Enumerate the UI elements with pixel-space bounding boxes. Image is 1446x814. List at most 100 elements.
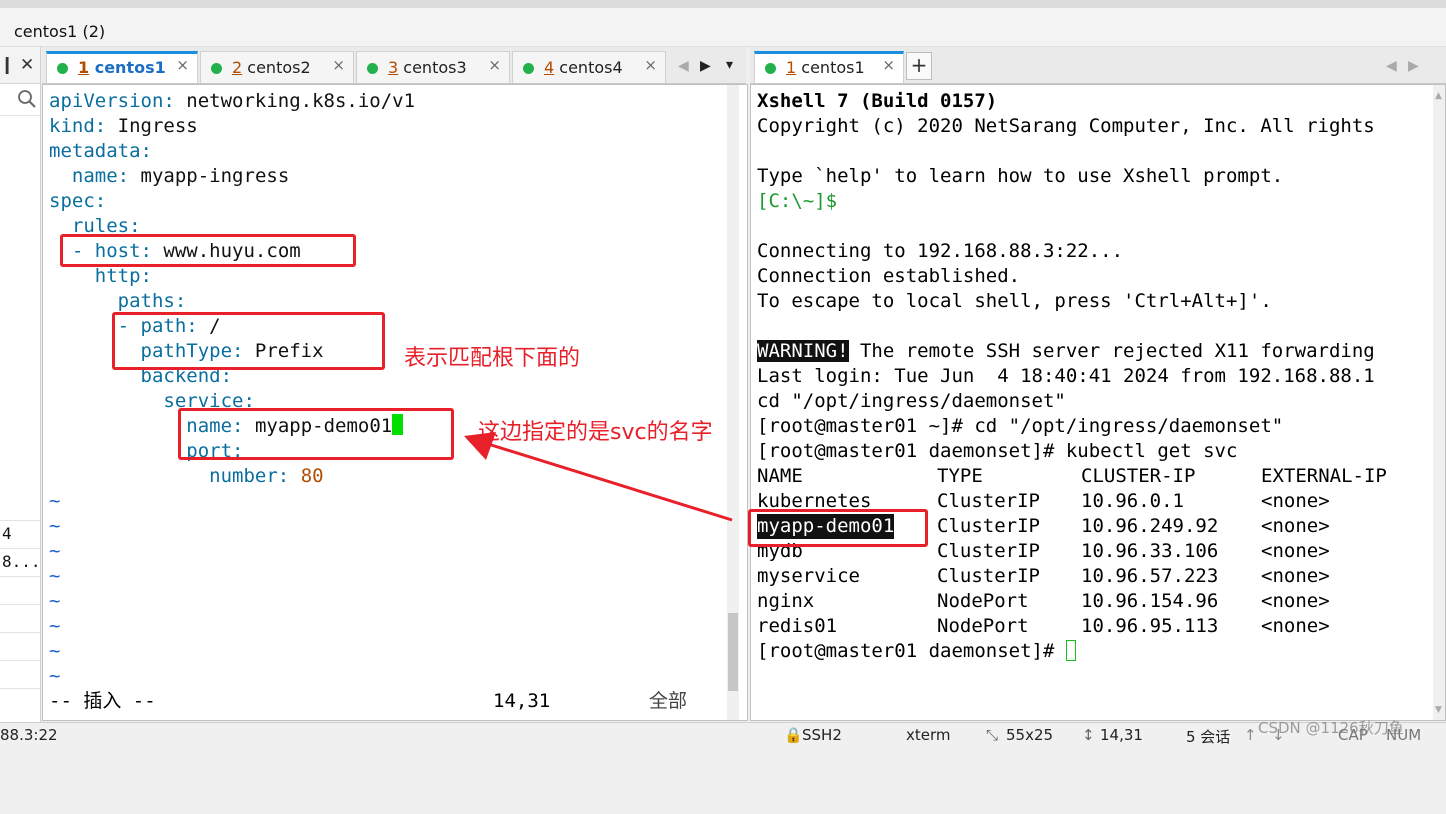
annotation-box-svc-row: [748, 509, 928, 547]
side-divider: [0, 604, 40, 605]
vim-empty-line: ~: [49, 590, 61, 612]
tab-number: 3: [388, 58, 399, 77]
yaml-line: spec:: [49, 190, 107, 212]
new-tab-button[interactable]: +: [906, 52, 932, 80]
vim-buffer: apiVersion: networking.k8s.io/v1 kind: I…: [43, 89, 723, 712]
yaml-line: number: 80: [209, 465, 324, 487]
right-tab-bar: 1 centos1 × + ◀ ▶: [750, 47, 1446, 84]
tab-close-icon[interactable]: ×: [882, 56, 895, 74]
yaml-line: name: myapp-ingress: [71, 165, 290, 187]
status-dot-icon: [367, 63, 378, 74]
side-divider: [0, 548, 40, 549]
shell-prompt-line: [root@master01 daemonset]#: [757, 639, 1076, 664]
tab-centos1[interactable]: 1 centos1 ×: [46, 51, 198, 83]
terminal-line: Last login: Tue Jun 4 18:40:41 2024 from…: [757, 365, 1375, 387]
side-divider: [0, 520, 40, 521]
top-strip: [0, 0, 1446, 8]
annotation-box-host: [60, 234, 356, 267]
window-title: centos1 (2): [14, 22, 106, 41]
annotation-box-service-name: [178, 408, 454, 460]
terminal-line: Connection established.: [757, 265, 1021, 287]
scroll-down-icon[interactable]: ▼: [1435, 705, 1442, 715]
terminal-line: [root@master01 ~]# cd "/opt/ingress/daem…: [757, 415, 1284, 437]
window-titlebar: [0, 8, 1446, 47]
tab-label: centos2: [247, 58, 311, 77]
yaml-line: http:: [94, 265, 152, 287]
annotation-note-path: 表示匹配根下面的: [404, 346, 581, 371]
status-term: xterm: [906, 726, 951, 744]
tab-next-icon[interactable]: ▶: [700, 58, 711, 74]
status-cursor: 14,31: [1100, 726, 1143, 744]
left-tab-bar: 1 centos1 × 2 centos2 × 3 centos3 × 4 ce…: [42, 47, 746, 84]
session-arrow-icon[interactable]: ↑: [1244, 726, 1257, 744]
side-divider: [0, 115, 40, 116]
tab-close-icon[interactable]: ×: [332, 56, 345, 74]
resize-icon: ⤡: [986, 726, 999, 744]
tab-label: centos4: [559, 58, 623, 77]
side-divider: [0, 632, 40, 633]
side-divider: [0, 688, 40, 689]
watermark: CSDN @1126秋刀鱼: [1258, 719, 1404, 737]
terminal-line: Connecting to 192.168.88.3:22...: [757, 240, 1124, 262]
tab-prev-icon[interactable]: ◀: [678, 58, 689, 74]
status-size: 55x25: [1006, 726, 1054, 744]
tab-number: 1: [786, 58, 797, 77]
terminal-line: WARNING! The remote SSH server rejected …: [757, 340, 1375, 362]
tab-close-icon[interactable]: ×: [488, 56, 501, 74]
local-prompt: [C:\~]$: [757, 190, 838, 212]
vim-empty-line: ~: [49, 565, 61, 587]
status-dot-icon: [765, 63, 776, 74]
vim-empty-line: ~: [49, 515, 61, 537]
tab-centos1-right[interactable]: 1 centos1 ×: [754, 51, 904, 83]
terminal-output: Xshell 7 (Build 0157) Copyright (c) 2020…: [757, 90, 1387, 664]
yaml-line: paths:: [117, 290, 187, 312]
vim-empty-line: ~: [49, 615, 61, 637]
status-dot-icon: [523, 63, 534, 74]
terminal-line: Type `help' to learn how to use Xshell p…: [757, 165, 1284, 187]
status-protocol: SSH2: [802, 726, 842, 744]
cursor-pos-icon: ↕: [1082, 726, 1095, 744]
tab-centos3[interactable]: 3 centos3 ×: [356, 51, 510, 83]
vim-mode-indicator: -- 插入 --: [49, 690, 156, 712]
tab-number: 1: [78, 58, 90, 77]
tab-number: 2: [232, 58, 243, 77]
terminal-cursor: [1065, 640, 1076, 661]
session-list-item[interactable]: 4: [2, 524, 12, 543]
warning-badge: WARNING!: [757, 340, 849, 362]
tab-number: 4: [544, 58, 555, 77]
tab-label: centos3: [403, 58, 467, 77]
status-dot-icon: [57, 63, 68, 74]
terminal-scrollbar[interactable]: ▲ ▼: [1433, 85, 1445, 720]
vim-empty-line: ~: [49, 665, 61, 687]
vim-cursor-position: 14,31: [493, 690, 551, 712]
scrollbar-thumb[interactable]: [728, 613, 738, 691]
tab-prev-icon[interactable]: ◀: [1386, 58, 1397, 74]
tab-close-icon[interactable]: ×: [644, 56, 657, 74]
vim-editor-pane[interactable]: apiVersion: networking.k8s.io/v1 kind: I…: [42, 84, 748, 721]
terminal-line: Copyright (c) 2020 NetSarang Computer, I…: [757, 115, 1375, 137]
annotation-arrow: [464, 432, 733, 522]
pin-icon[interactable]: ❙: [0, 55, 14, 75]
panel-close-icon[interactable]: ✕: [20, 55, 34, 75]
status-address: 88.3:22: [0, 726, 58, 744]
terminal-line: [root@master01 daemonset]# kubectl get s…: [757, 440, 1238, 462]
status-bar: 88.3:22 🔒 SSH2 xterm ⤡ 55x25 ↕ 14,31 5 会…: [0, 719, 1446, 746]
vim-empty-line: ~: [49, 490, 61, 512]
scroll-up-icon[interactable]: ▲: [1435, 91, 1442, 101]
tab-centos4[interactable]: 4 centos4 ×: [512, 51, 666, 83]
tab-next-icon[interactable]: ▶: [1408, 58, 1419, 74]
tab-close-icon[interactable]: ×: [176, 56, 189, 74]
terminal-line: To escape to local shell, press 'Ctrl+Al…: [757, 290, 1272, 312]
terminal-pane[interactable]: Xshell 7 (Build 0157) Copyright (c) 2020…: [750, 84, 1446, 721]
lock-icon: 🔒: [784, 726, 803, 744]
side-divider: [0, 576, 40, 577]
tab-centos2[interactable]: 2 centos2 ×: [200, 51, 354, 83]
tab-label: centos1: [94, 58, 166, 77]
vim-empty-line: ~: [49, 540, 61, 562]
search-icon[interactable]: [17, 89, 37, 113]
tab-label: centos1: [801, 58, 865, 77]
terminal-line: cd "/opt/ingress/daemonset": [757, 390, 1066, 412]
editor-scrollbar[interactable]: [727, 85, 739, 720]
vim-empty-line: ~: [49, 640, 61, 662]
tab-menu-icon[interactable]: ▾: [726, 57, 733, 73]
